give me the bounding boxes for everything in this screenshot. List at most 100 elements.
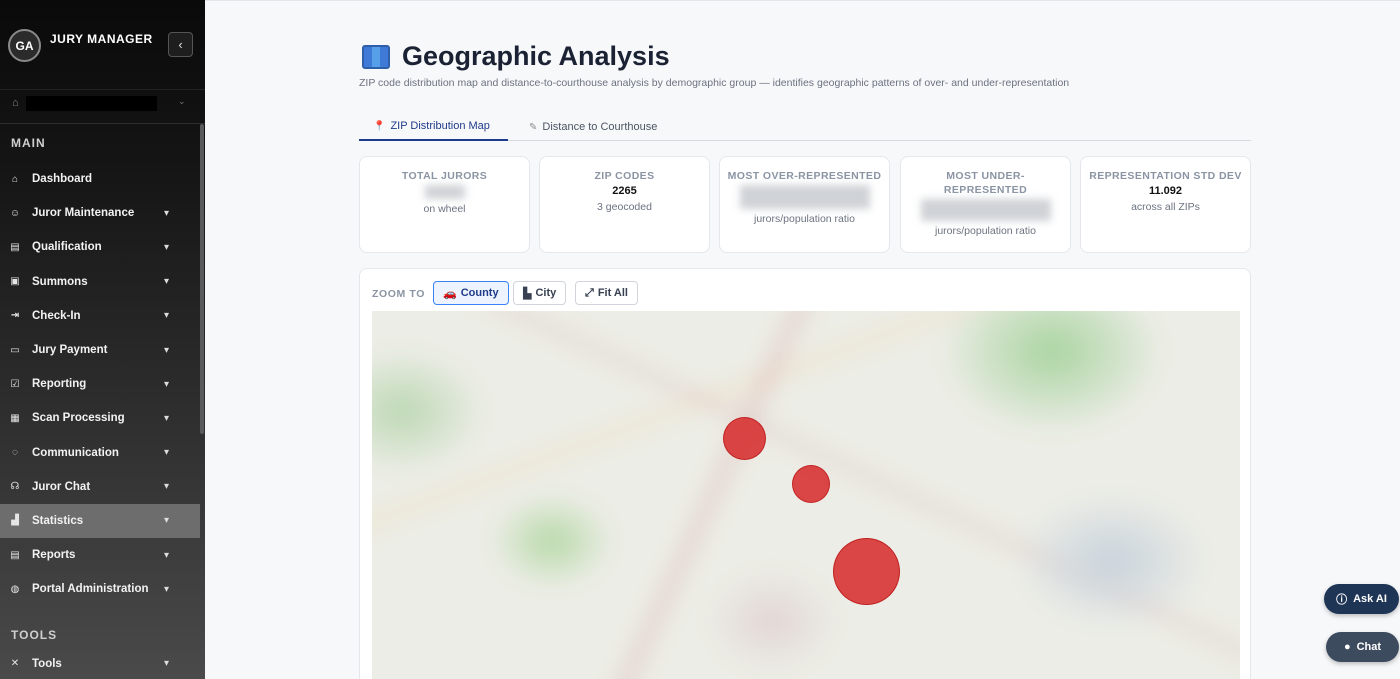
stat-note: across all ZIPs — [1131, 201, 1200, 213]
ask-ai-button[interactable]: ⓘ Ask AI — [1324, 584, 1399, 614]
sidebar-item-reporting[interactable]: ☑ Reporting ▾ — [0, 367, 205, 401]
avatar[interactable]: GA — [8, 29, 41, 62]
sidebar-item-label: Dashboard — [32, 173, 93, 186]
zip-marker[interactable] — [833, 538, 900, 605]
page-subtitle: ZIP code distribution map and distance-t… — [359, 77, 1070, 89]
inbox-icon: ▣ — [10, 276, 20, 288]
globe-icon: ◍ — [10, 583, 20, 595]
zoom-label: ZOOM TO — [372, 288, 426, 300]
city-icon: ▙ — [523, 287, 532, 300]
chevron-down-icon: ▾ — [164, 378, 170, 390]
button-label: City — [535, 287, 557, 299]
sidebar-item-label: Statistics — [32, 514, 84, 527]
zip-distribution-map[interactable] — [372, 311, 1240, 679]
stat-note: jurors/population ratio — [754, 213, 855, 225]
sidebar-item-juror-maintenance[interactable]: ☺ Juror Maintenance ▾ — [0, 196, 205, 230]
pin-icon: 📍 — [373, 120, 386, 132]
document-scan-icon: ▦ — [10, 412, 20, 424]
sidebar-scrollbar[interactable] — [200, 124, 204, 434]
chevron-down-icon: ▾ — [164, 549, 170, 561]
sidebar-item-communication[interactable]: ◌ Communication ▾ — [0, 436, 205, 470]
stat-card-std-dev: REPRESENTATION STD DEV 11.092 across all… — [1080, 156, 1251, 253]
stat-card-total-jurors: TOTAL JURORS on wheel — [359, 156, 530, 253]
stat-value-redacted — [739, 185, 870, 209]
bar-chart-icon: ▟ — [11, 515, 19, 527]
zip-marker[interactable] — [792, 465, 830, 503]
sidebar-item-label: Reports — [32, 549, 76, 562]
sidebar-item-jury-payment[interactable]: ▭ Jury Payment ▾ — [0, 333, 205, 367]
collapse-sidebar-button[interactable]: ‹ — [168, 32, 193, 57]
button-label: Ask AI — [1353, 593, 1387, 605]
sidebar-item-label: Qualification — [32, 241, 102, 254]
sidebar: GA JURY MANAGER ‹ ⌂ ⌄ MAIN ⌂ Dashboard ☺… — [0, 0, 205, 679]
sidebar-item-juror-chat[interactable]: ☊ Juror Chat ▾ — [0, 470, 205, 504]
stats-row: TOTAL JURORS on wheel ZIP CODES 2265 3 g… — [359, 156, 1251, 253]
sidebar-item-label: Check-In — [32, 309, 81, 322]
sidebar-item-label: Juror Chat — [32, 480, 91, 493]
tab-bar: 📍 ZIP Distribution Map ✎ Distance to Cou… — [359, 113, 1251, 141]
sidebar-item-label: Juror Maintenance — [32, 207, 135, 220]
message-icon: ◌ — [12, 447, 18, 459]
tab-label: ZIP Distribution Map — [390, 120, 490, 132]
sidebar-item-statistics[interactable]: ▟ Statistics ▾ — [0, 503, 200, 539]
sidebar-item-dashboard[interactable]: ⌂ Dashboard — [0, 162, 205, 196]
sidebar-item-label: Tools — [32, 657, 62, 670]
sidebar-item-scan-processing[interactable]: ▦ Scan Processing ▾ — [0, 401, 205, 435]
report-icon: ▤ — [10, 549, 20, 561]
chat-bubble-icon: ● — [1343, 641, 1351, 653]
court-name-redacted — [26, 96, 157, 111]
page-title: Geographic Analysis — [402, 41, 670, 71]
app-title: JURY MANAGER — [50, 32, 153, 46]
sign-in-icon: ⇥ — [10, 310, 20, 322]
zip-marker[interactable] — [723, 417, 766, 460]
calendar-check-icon: ☑ — [10, 378, 20, 390]
chevron-down-icon: ▾ — [164, 241, 170, 253]
map-panel: ZOOM TO 🚗 County ▙ City ⤢ Fit All — [359, 268, 1251, 679]
sidebar-item-label: Communication — [32, 446, 119, 459]
button-label: Fit All — [597, 287, 628, 299]
chevron-down-icon: ▾ — [164, 515, 170, 527]
sidebar-item-portal-administration[interactable]: ◍ Portal Administration ▾ — [0, 572, 205, 606]
chevron-down-icon: ▾ — [164, 344, 170, 356]
zoom-county-button[interactable]: 🚗 County — [433, 281, 509, 305]
car-icon: 🚗 — [443, 287, 457, 300]
tab-label: Distance to Courthouse — [542, 121, 658, 133]
stat-note: 3 geocoded — [597, 201, 652, 213]
stat-card-most-under-represented: MOST UNDER- REPRESENTED jurors/populatio… — [900, 156, 1071, 253]
sidebar-item-reports[interactable]: ▤ Reports ▾ — [0, 538, 205, 572]
sidebar-item-tools[interactable]: ✕ Tools ▾ — [0, 646, 205, 679]
home-icon: ⌂ — [12, 97, 19, 109]
stat-note: on wheel — [423, 203, 466, 215]
sidebar-item-qualification[interactable]: ▤ Qualification ▾ — [0, 230, 205, 264]
zoom-city-button[interactable]: ▙ City — [513, 281, 567, 305]
page-header: Geographic Analysis — [362, 41, 670, 72]
fit-all-button[interactable]: ⤢ Fit All — [575, 281, 638, 305]
sidebar-item-label: Reporting — [32, 378, 87, 391]
sidebar-item-label: Portal Administration — [32, 583, 149, 596]
stat-card-most-over-represented: MOST OVER-REPRESENTED jurors/population … — [719, 156, 890, 253]
users-icon: ☺ — [9, 207, 21, 219]
chevron-down-icon: ▾ — [164, 481, 170, 493]
sidebar-item-label: Jury Payment — [32, 344, 108, 357]
stat-value: 2265 — [612, 185, 637, 197]
section-main-label: MAIN — [11, 136, 46, 150]
tab-distance-to-courthouse[interactable]: ✎ Distance to Courthouse — [515, 113, 671, 141]
chevron-down-icon: ▾ — [164, 658, 170, 670]
button-label: County — [460, 287, 499, 299]
stat-card-zip-codes: ZIP CODES 2265 3 geocoded — [539, 156, 710, 253]
sidebar-header: GA JURY MANAGER ‹ — [0, 0, 205, 90]
button-label: Chat — [1356, 641, 1382, 653]
sidebar-item-summons[interactable]: ▣ Summons ▾ — [0, 265, 205, 299]
chat-button[interactable]: ● Chat — [1326, 632, 1399, 662]
sidebar-item-check-in[interactable]: ⇥ Check-In ▾ — [0, 299, 205, 333]
stat-value-redacted — [920, 199, 1051, 221]
tab-zip-distribution-map[interactable]: 📍 ZIP Distribution Map — [359, 113, 508, 141]
chevron-down-icon: ▾ — [164, 207, 170, 219]
court-selector[interactable]: ⌂ ⌄ — [0, 90, 205, 124]
chevron-down-icon: ▾ — [164, 412, 170, 424]
map-icon — [362, 44, 390, 69]
stat-title: REPRESENTATION STD DEV — [1089, 170, 1242, 182]
question-circle-icon: ⓘ — [1336, 594, 1348, 606]
chevron-down-icon: ▾ — [164, 447, 170, 459]
chevron-down-icon: ▾ — [164, 276, 170, 288]
